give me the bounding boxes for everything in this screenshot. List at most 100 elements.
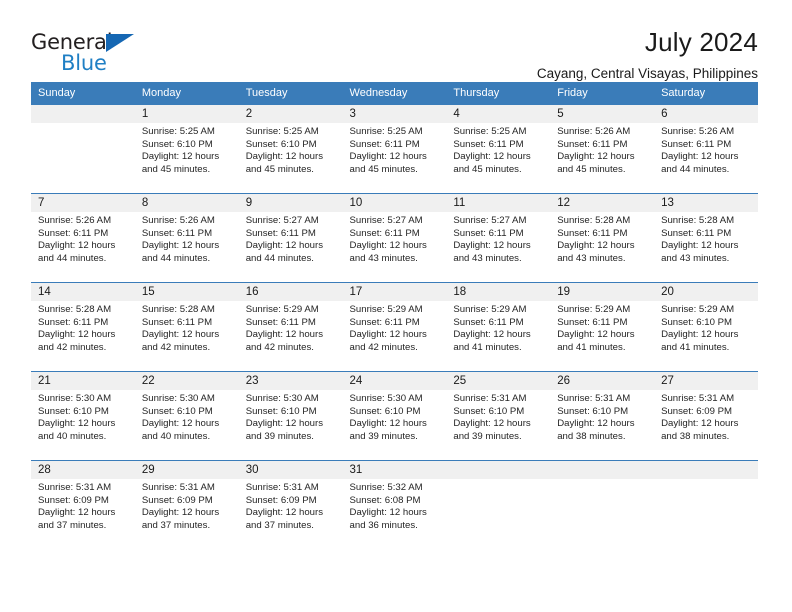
calendar-day-cell[interactable]: 12 Sunrise: 5:28 AM Sunset: 6:11 PM Dayligh…	[550, 193, 655, 283]
day-number: 5	[550, 105, 655, 123]
calendar-day-cell[interactable]: 16 Sunrise: 5:29 AM Sunset: 6:11 PM Dayligh…	[238, 282, 343, 372]
calendar-day-cell[interactable]: 20 Sunrise: 5:29 AM Sunset: 6:10 PM Dayligh…	[654, 282, 758, 372]
sunrise-text: Sunrise: 5:28 AM	[141, 304, 215, 315]
daylight-text-line2: and 41 minutes.	[453, 341, 522, 353]
calendar-day-cell[interactable]: 26 Sunrise: 5:31 AM Sunset: 6:10 PM Dayligh…	[550, 371, 655, 461]
daylight-text-line1: Daylight: 12 hours	[38, 240, 116, 252]
day-number: 29	[134, 461, 239, 479]
daylight-text-line1: Daylight: 12 hours	[38, 329, 116, 341]
daylight-text-line2: and 40 minutes.	[38, 430, 107, 442]
sun-info: Sunrise: 5:31 AM Sunset: 6:10 PM Daylight:…	[446, 390, 550, 443]
calendar-day-cell[interactable]: 27 Sunrise: 5:31 AM Sunset: 6:09 PM Dayligh…	[654, 371, 758, 461]
calendar-day-cell[interactable]: 11 Sunrise: 5:27 AM Sunset: 6:11 PM Dayligh…	[446, 193, 551, 283]
calendar-week-row: 1 Sunrise: 5:25 AM Sunset: 6:10 PM Daylight…	[31, 104, 758, 194]
calendar-day-cell[interactable]: 4 Sunrise: 5:25 AM Sunset: 6:11 PM Daylight…	[446, 104, 551, 194]
daylight-text-line1: Daylight: 12 hours	[661, 151, 739, 163]
sunrise-text: Sunrise: 5:25 AM	[141, 126, 215, 137]
calendar-day-cell[interactable]: 15 Sunrise: 5:28 AM Sunset: 6:11 PM Dayligh…	[134, 282, 239, 372]
day-number: 18	[446, 283, 551, 301]
page-title: July 2024	[644, 27, 758, 57]
sunset-text: Sunset: 6:11 PM	[141, 316, 213, 328]
weekday-header-friday: Friday	[550, 82, 655, 105]
calendar-day-cell[interactable]: 13 Sunrise: 5:28 AM Sunset: 6:11 PM Dayligh…	[654, 193, 758, 283]
sun-info: Sunrise: 5:28 AM Sunset: 6:11 PM Daylight:…	[135, 301, 239, 354]
calendar-day-cell[interactable]: 21 Sunrise: 5:30 AM Sunset: 6:10 PM Dayligh…	[31, 371, 135, 461]
day-number: 1	[134, 105, 239, 123]
daylight-text-line2: and 45 minutes.	[453, 163, 522, 175]
calendar-day-cell[interactable]: 7 Sunrise: 5:26 AM Sunset: 6:11 PM Daylight…	[31, 193, 135, 283]
day-number: 27	[654, 372, 758, 390]
general-blue-logo[interactable]: General Blue	[31, 28, 135, 74]
daylight-text-line2: and 39 minutes.	[245, 430, 314, 442]
daylight-text-line1: Daylight: 12 hours	[661, 329, 739, 341]
sunrise-text: Sunrise: 5:29 AM	[557, 304, 631, 315]
calendar-day-cell[interactable]: 6 Sunrise: 5:26 AM Sunset: 6:11 PM Daylight…	[654, 104, 758, 194]
sun-info: Sunrise: 5:25 AM Sunset: 6:11 PM Daylight:…	[446, 123, 550, 176]
daylight-text-line2: and 44 minutes.	[38, 252, 107, 264]
calendar-day-cell[interactable]: 2 Sunrise: 5:25 AM Sunset: 6:10 PM Daylight…	[238, 104, 343, 194]
calendar-day-cell[interactable]: 19 Sunrise: 5:29 AM Sunset: 6:11 PM Dayligh…	[550, 282, 655, 372]
daylight-text-line1: Daylight: 12 hours	[141, 329, 220, 341]
calendar-day-cell[interactable]: 5 Sunrise: 5:26 AM Sunset: 6:11 PM Daylight…	[550, 104, 655, 194]
sun-info: Sunrise: 5:25 AM Sunset: 6:11 PM Daylight:…	[343, 123, 447, 176]
daylight-text-line2: and 38 minutes.	[557, 430, 626, 442]
daylight-text-line1: Daylight: 12 hours	[453, 240, 531, 252]
sunset-text: Sunset: 6:10 PM	[245, 405, 317, 417]
sunset-text: Sunset: 6:11 PM	[349, 227, 420, 239]
daylight-text-line1: Daylight: 12 hours	[245, 240, 324, 252]
day-cell-inner: 27 Sunrise: 5:31 AM Sunset: 6:09 PM Dayligh…	[654, 372, 758, 460]
calendar-day-cell[interactable]: 17 Sunrise: 5:29 AM Sunset: 6:11 PM Dayligh…	[342, 282, 447, 372]
weekday-header-tuesday: Tuesday	[238, 82, 343, 105]
day-number: 16	[238, 283, 343, 301]
day-number: 30	[238, 461, 343, 479]
daylight-text-line1: Daylight: 12 hours	[349, 507, 427, 519]
day-cell-inner: 18 Sunrise: 5:29 AM Sunset: 6:11 PM Dayligh…	[446, 283, 551, 371]
weekday-header-monday: Monday	[134, 82, 239, 105]
calendar-day-cell[interactable]: 22 Sunrise: 5:30 AM Sunset: 6:10 PM Dayligh…	[134, 371, 239, 461]
day-number: 26	[550, 372, 655, 390]
calendar-day-cell[interactable]: 8 Sunrise: 5:26 AM Sunset: 6:11 PM Daylight…	[134, 193, 239, 283]
day-cell-inner: 2 Sunrise: 5:25 AM Sunset: 6:10 PM Daylight…	[238, 105, 343, 193]
sun-info: Sunrise: 5:27 AM Sunset: 6:11 PM Daylight:…	[446, 212, 550, 265]
day-cell-inner: 22 Sunrise: 5:30 AM Sunset: 6:10 PM Dayligh…	[134, 372, 239, 460]
sunset-text: Sunset: 6:09 PM	[38, 494, 109, 506]
daylight-text-line1: Daylight: 12 hours	[661, 240, 739, 252]
day-cell-inner: 25 Sunrise: 5:31 AM Sunset: 6:10 PM Dayligh…	[446, 372, 551, 460]
day-cell-inner: 12 Sunrise: 5:28 AM Sunset: 6:11 PM Dayligh…	[550, 194, 655, 282]
calendar-day-cell[interactable]: 30 Sunrise: 5:31 AM Sunset: 6:09 PM Dayligh…	[238, 460, 343, 550]
day-cell-inner	[550, 461, 655, 550]
calendar-day-cell[interactable]: 28 Sunrise: 5:31 AM Sunset: 6:09 PM Dayligh…	[31, 460, 135, 550]
sun-info: Sunrise: 5:28 AM Sunset: 6:11 PM Daylight:…	[550, 212, 654, 265]
calendar-day-cell[interactable]: 23 Sunrise: 5:30 AM Sunset: 6:10 PM Dayligh…	[238, 371, 343, 461]
sun-info: Sunrise: 5:27 AM Sunset: 6:11 PM Daylight:…	[343, 212, 447, 265]
day-cell-inner: 14 Sunrise: 5:28 AM Sunset: 6:11 PM Dayligh…	[31, 283, 135, 371]
sunrise-text: Sunrise: 5:26 AM	[38, 215, 112, 226]
sun-info: Sunrise: 5:25 AM Sunset: 6:10 PM Daylight:…	[239, 123, 343, 176]
day-cell-inner: 24 Sunrise: 5:30 AM Sunset: 6:10 PM Dayligh…	[342, 372, 447, 460]
calendar-day-cell[interactable]: 3 Sunrise: 5:25 AM Sunset: 6:11 PM Daylight…	[342, 104, 447, 194]
sun-info: Sunrise: 5:31 AM Sunset: 6:09 PM Daylight:…	[654, 390, 758, 443]
calendar-day-cell[interactable]: 18 Sunrise: 5:29 AM Sunset: 6:11 PM Dayligh…	[446, 282, 551, 372]
calendar-day-cell[interactable]: 10 Sunrise: 5:27 AM Sunset: 6:11 PM Dayligh…	[342, 193, 447, 283]
sunrise-text: Sunrise: 5:28 AM	[557, 215, 631, 226]
daylight-text-line2: and 44 minutes.	[661, 163, 730, 175]
weekday-header-row: Sunday Monday Tuesday Wednesday Thursday…	[31, 82, 758, 105]
sunrise-text: Sunrise: 5:25 AM	[453, 126, 527, 137]
day-number: 14	[31, 283, 135, 301]
daylight-text-line2: and 41 minutes.	[661, 341, 730, 353]
calendar-day-cell[interactable]: 1 Sunrise: 5:25 AM Sunset: 6:10 PM Daylight…	[134, 104, 239, 194]
daylight-text-line2: and 42 minutes.	[349, 341, 418, 353]
sunset-text: Sunset: 6:11 PM	[557, 227, 628, 239]
calendar-day-cell[interactable]: 29 Sunrise: 5:31 AM Sunset: 6:09 PM Dayligh…	[134, 460, 239, 550]
calendar-day-cell[interactable]: 14 Sunrise: 5:28 AM Sunset: 6:11 PM Dayligh…	[31, 282, 135, 372]
sunset-text: Sunset: 6:09 PM	[661, 405, 732, 417]
calendar-day-cell[interactable]: 25 Sunrise: 5:31 AM Sunset: 6:10 PM Dayligh…	[446, 371, 551, 461]
day-number: 20	[654, 283, 758, 301]
sunset-text: Sunset: 6:11 PM	[453, 227, 524, 239]
daylight-text-line1: Daylight: 12 hours	[557, 151, 635, 163]
calendar-day-cell[interactable]: 31 Sunrise: 5:32 AM Sunset: 6:08 PM Dayligh…	[342, 460, 447, 550]
daylight-text-line1: Daylight: 12 hours	[557, 418, 635, 430]
calendar-day-cell[interactable]: 24 Sunrise: 5:30 AM Sunset: 6:10 PM Dayligh…	[342, 371, 447, 461]
calendar-day-cell[interactable]: 9 Sunrise: 5:27 AM Sunset: 6:11 PM Daylight…	[238, 193, 343, 283]
weekday-header-saturday: Saturday	[654, 82, 758, 105]
